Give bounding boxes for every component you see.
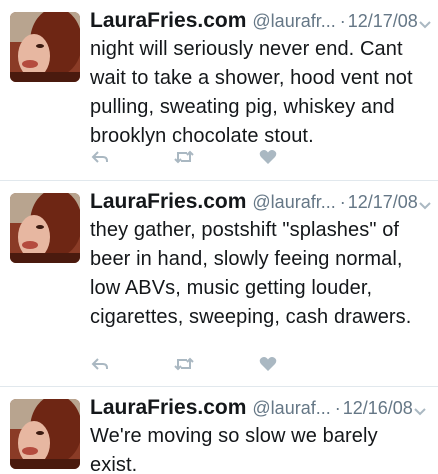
separator-dot: · [339, 192, 346, 212]
retweet-icon[interactable] [174, 355, 194, 373]
author-name[interactable]: LauraFries.com [90, 8, 246, 34]
tweet[interactable]: LauraFries.com @lauraf... · 12/16/08 We'… [0, 387, 438, 474]
tweet[interactable]: LauraFries.com @laurafr... · 12/17/08 th… [0, 181, 438, 387]
avatar[interactable] [10, 193, 80, 263]
reply-icon[interactable] [90, 148, 110, 166]
tweet-header: LauraFries.com @laurafr... · 12/17/08 [90, 8, 431, 34]
tweet-header: LauraFries.com @laurafr... · 12/17/08 [90, 189, 431, 215]
tweet-text: We're moving so slow we barely exist. [90, 425, 378, 474]
tweet-timeline: LauraFries.com @laurafr... · 12/17/08 ni… [0, 0, 438, 474]
tweet-text: they gather, postshift "splashes" of bee… [90, 219, 412, 328]
author-name[interactable]: LauraFries.com [90, 395, 246, 421]
separator-dot: · [339, 11, 346, 31]
separator-dot: · [334, 398, 341, 418]
chevron-down-icon[interactable] [418, 14, 432, 29]
tweet-content: LauraFries.com @lauraf... · 12/16/08 We'… [90, 395, 428, 474]
reply-icon[interactable] [90, 355, 110, 373]
author-handle[interactable]: @laurafr... [252, 8, 335, 34]
tweet-content: LauraFries.com @laurafr... · 12/17/08 ni… [90, 8, 431, 151]
tweet-text: night will seriously never end. Cant wai… [90, 38, 413, 147]
tweet[interactable]: LauraFries.com @laurafr... · 12/17/08 ni… [0, 0, 438, 181]
tweet-date[interactable]: 12/17/08 [348, 189, 418, 215]
avatar[interactable] [10, 12, 80, 82]
tweet-date[interactable]: 12/17/08 [348, 8, 418, 34]
avatar[interactable] [10, 399, 80, 469]
retweet-icon[interactable] [174, 148, 194, 166]
tweet-header: LauraFries.com @lauraf... · 12/16/08 [90, 395, 428, 421]
heart-icon[interactable] [258, 355, 278, 373]
author-handle[interactable]: @laurafr... [252, 189, 335, 215]
author-handle[interactable]: @lauraf... [252, 395, 330, 421]
chevron-down-icon[interactable] [413, 401, 427, 416]
chevron-down-icon[interactable] [418, 195, 432, 210]
tweet-actions [90, 148, 342, 166]
author-name[interactable]: LauraFries.com [90, 189, 246, 215]
tweet-actions [90, 355, 342, 373]
heart-icon[interactable] [258, 148, 278, 166]
tweet-date[interactable]: 12/16/08 [343, 395, 413, 421]
tweet-content: LauraFries.com @laurafr... · 12/17/08 th… [90, 189, 431, 332]
